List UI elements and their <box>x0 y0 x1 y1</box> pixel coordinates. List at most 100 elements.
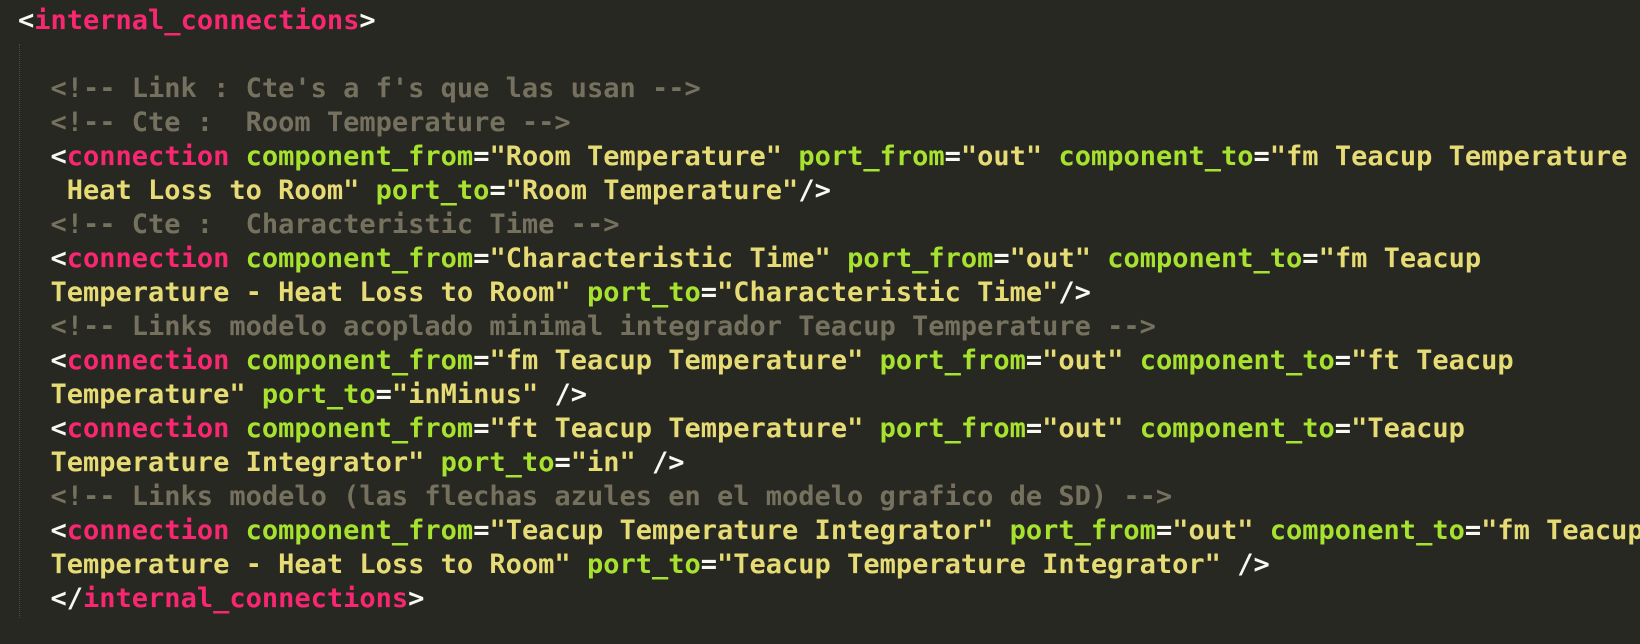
code-line[interactable]: <connection component_from="Characterist… <box>18 242 1638 276</box>
punctuation-token <box>424 447 440 478</box>
punctuation-token: = <box>489 175 506 206</box>
comment-token: <!-- Cte : Room Temperature --> <box>18 107 571 138</box>
code-line[interactable]: <!-- Links modelo (las flechas azules en… <box>18 480 1638 514</box>
punctuation-token <box>229 515 245 546</box>
attribute-name-token: port_from <box>1009 515 1156 546</box>
punctuation-token: = <box>944 141 961 172</box>
comment-token: <!-- Links modelo (las flechas azules en… <box>18 481 1173 512</box>
punctuation-token: = <box>1253 141 1270 172</box>
attribute-name-token: component_to <box>1139 345 1335 376</box>
attribute-name-token: port_from <box>798 141 945 172</box>
punctuation-token <box>229 243 245 274</box>
punctuation-token: /> <box>798 175 831 206</box>
string-token: "out" <box>1172 515 1254 546</box>
punctuation-token: < <box>18 243 67 274</box>
string-token: "out" <box>1042 413 1124 444</box>
code-line[interactable]: <!-- Cte : Room Temperature --> <box>18 106 1638 140</box>
punctuation-token <box>229 141 245 172</box>
tag-name-token: connection <box>66 141 230 172</box>
comment-token: <!-- Link : Cte's a f's que las usan --> <box>18 73 701 104</box>
punctuation-token: = <box>993 243 1010 274</box>
punctuation-token: < <box>18 345 67 376</box>
string-token: "inMinus" <box>391 379 539 410</box>
string-token: "out" <box>1009 243 1091 274</box>
punctuation-token: < <box>18 515 67 546</box>
code-line[interactable]: <connection component_from="Room Tempera… <box>18 140 1638 174</box>
attribute-name-token: port_from <box>847 243 994 274</box>
tag-name-token: connection <box>66 345 230 376</box>
attribute-name-token: component_from <box>245 413 474 444</box>
attribute-name-token: port_to <box>375 175 490 206</box>
comment-token: <!-- Cte : Characteristic Time --> <box>18 209 620 240</box>
code-line[interactable]: Temperature" port_to="inMinus" /> <box>18 378 1638 412</box>
punctuation-token <box>1123 413 1139 444</box>
code-line[interactable]: Temperature Integrator" port_to="in" /> <box>18 446 1638 480</box>
attribute-name-token: port_to <box>586 549 701 580</box>
punctuation-token: > <box>408 583 425 614</box>
code-line[interactable]: <!-- Link : Cte's a f's que las usan --> <box>18 72 1638 106</box>
string-token: "ft Teacup <box>1351 345 1514 376</box>
attribute-name-token: port_from <box>879 345 1026 376</box>
punctuation-token: > <box>359 5 376 36</box>
string-token: Temperature Integrator" <box>18 447 425 478</box>
string-token: Temperature - Heat Loss to Room" <box>18 549 571 580</box>
code-line[interactable]: <connection component_from="Teacup Tempe… <box>18 514 1640 548</box>
code-line[interactable]: <internal_connections> <box>18 4 1638 38</box>
attribute-name-token: component_to <box>1058 141 1254 172</box>
string-token: "fm Teacup Temperature - <box>1269 141 1640 172</box>
string-token: "Characteristic Time" <box>717 277 1059 308</box>
punctuation-token: = <box>473 243 490 274</box>
punctuation-token: = <box>473 413 490 444</box>
string-token: "Teacup Temperature Integrator" <box>717 549 1221 580</box>
punctuation-token: /> <box>538 379 587 410</box>
string-token: "out" <box>1042 345 1124 376</box>
code-editor[interactable]: <internal_connections> <!-- Link : Cte's… <box>0 0 1640 644</box>
punctuation-token <box>246 379 262 410</box>
code-line[interactable]: <connection component_from="fm Teacup Te… <box>18 344 1638 378</box>
attribute-name-token: port_to <box>440 447 555 478</box>
punctuation-token <box>1254 515 1270 546</box>
punctuation-token <box>229 413 245 444</box>
punctuation-token: = <box>1334 345 1352 376</box>
punctuation-token: /> <box>635 447 685 478</box>
punctuation-token: = <box>473 345 490 376</box>
punctuation-token: = <box>1334 413 1352 444</box>
code-line[interactable] <box>18 38 1638 72</box>
string-token: Heat Loss to Room" <box>18 175 360 206</box>
punctuation-token <box>993 515 1009 546</box>
attribute-name-token: component_from <box>245 243 474 274</box>
attribute-name-token: component_to <box>1269 515 1465 546</box>
punctuation-token <box>863 345 879 376</box>
attribute-name-token: port_from <box>879 413 1026 444</box>
attribute-name-token: component_from <box>245 141 474 172</box>
punctuation-token <box>1042 141 1058 172</box>
code-line[interactable]: </internal_connections> <box>18 582 1638 616</box>
code-line[interactable]: Heat Loss to Room" port_to="Room Tempera… <box>18 174 1638 208</box>
code-line[interactable]: Temperature - Heat Loss to Room" port_to… <box>18 548 1638 582</box>
punctuation-token <box>863 413 879 444</box>
punctuation-token: = <box>473 141 490 172</box>
code-line[interactable]: <connection component_from="ft Teacup Te… <box>18 412 1638 446</box>
attribute-name-token: component_from <box>245 345 474 376</box>
string-token: "Teacup <box>1351 413 1465 444</box>
code-line[interactable]: <!-- Links modelo acoplado minimal integ… <box>18 310 1638 344</box>
code-area[interactable]: <internal_connections> <!-- Link : Cte's… <box>18 4 1640 616</box>
string-token: Temperature" <box>18 379 246 410</box>
punctuation-token <box>782 141 798 172</box>
string-token: "Room Temperature" <box>489 141 783 172</box>
tag-name-token: internal_connections <box>83 583 409 614</box>
punctuation-token <box>229 345 245 376</box>
punctuation-token <box>359 175 375 206</box>
string-token: Temperature - Heat Loss to Room" <box>18 277 571 308</box>
punctuation-token: = <box>1025 345 1043 376</box>
code-line[interactable]: Temperature - Heat Loss to Room" port_to… <box>18 276 1638 310</box>
punctuation-token: /> <box>1058 277 1091 308</box>
string-token: "Room Temperature" <box>505 175 799 206</box>
punctuation-token: < <box>18 413 67 444</box>
punctuation-token: = <box>700 549 718 580</box>
attribute-name-token: component_to <box>1107 243 1303 274</box>
comment-token: <!-- Links modelo acoplado minimal integ… <box>18 311 1156 342</box>
code-line[interactable]: <!-- Cte : Characteristic Time --> <box>18 208 1638 242</box>
punctuation-token: < <box>18 141 67 172</box>
punctuation-token: = <box>1025 413 1043 444</box>
